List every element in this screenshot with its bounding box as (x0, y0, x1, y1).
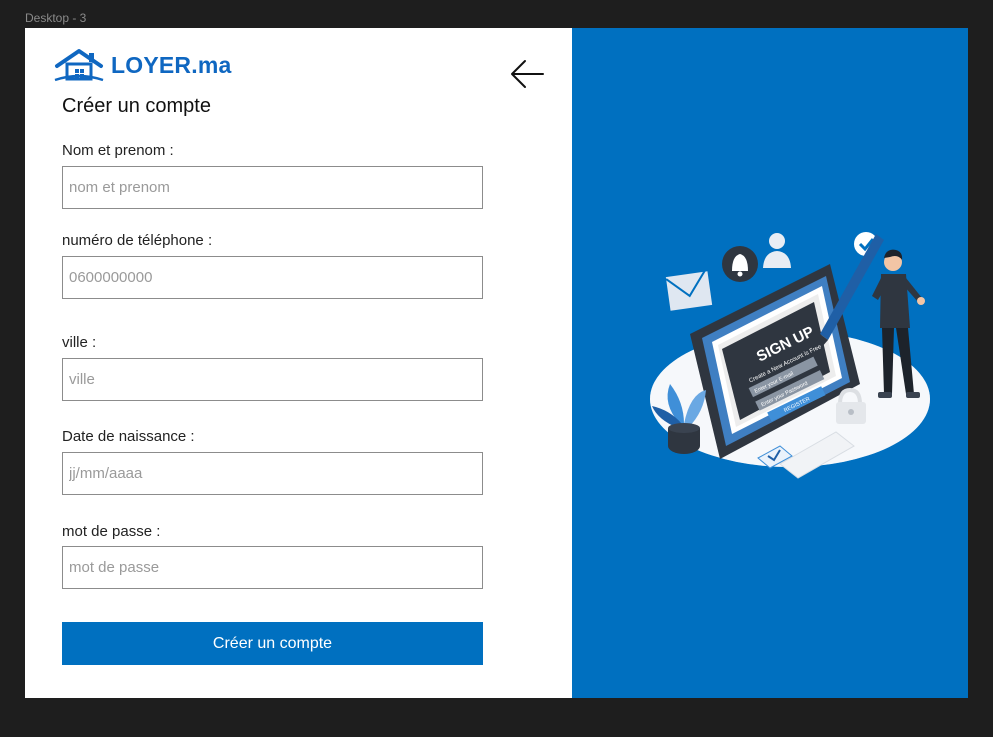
phone-input[interactable] (62, 256, 483, 299)
signup-illustration: SIGN UP Create a New Account is Free Ent… (650, 232, 930, 479)
arrow-left-icon (511, 60, 544, 88)
city-input[interactable] (62, 358, 483, 401)
envelope-icon (665, 266, 713, 311)
password-label: mot de passe : (62, 523, 161, 540)
birthdate-label: Date de naissance : (62, 428, 195, 445)
page-title: Créer un compte (62, 95, 211, 117)
name-label: Nom et prenom : (62, 142, 174, 159)
signup-page: LOYER.ma Créer un compte Nom et prenom :… (25, 28, 968, 698)
bell-icon (722, 246, 758, 282)
frame-label: Desktop - 3 (25, 11, 87, 25)
city-label: ville : (62, 334, 97, 351)
create-account-button[interactable]: Créer un compte (62, 622, 483, 665)
illustration-panel: SIGN UP Create a New Account is Free Ent… (572, 28, 968, 698)
phone-label: numéro de téléphone : (62, 232, 213, 249)
house-icon (54, 49, 104, 82)
back-button[interactable] (509, 58, 545, 90)
user-icon (763, 233, 791, 268)
brand-name: LOYER.ma (111, 51, 232, 78)
signup-form-panel: LOYER.ma Créer un compte Nom et prenom :… (25, 28, 572, 698)
brand-logo[interactable]: LOYER.ma (53, 48, 231, 82)
birthdate-input[interactable] (62, 452, 483, 495)
name-input[interactable] (62, 166, 483, 209)
password-input[interactable] (62, 546, 483, 589)
